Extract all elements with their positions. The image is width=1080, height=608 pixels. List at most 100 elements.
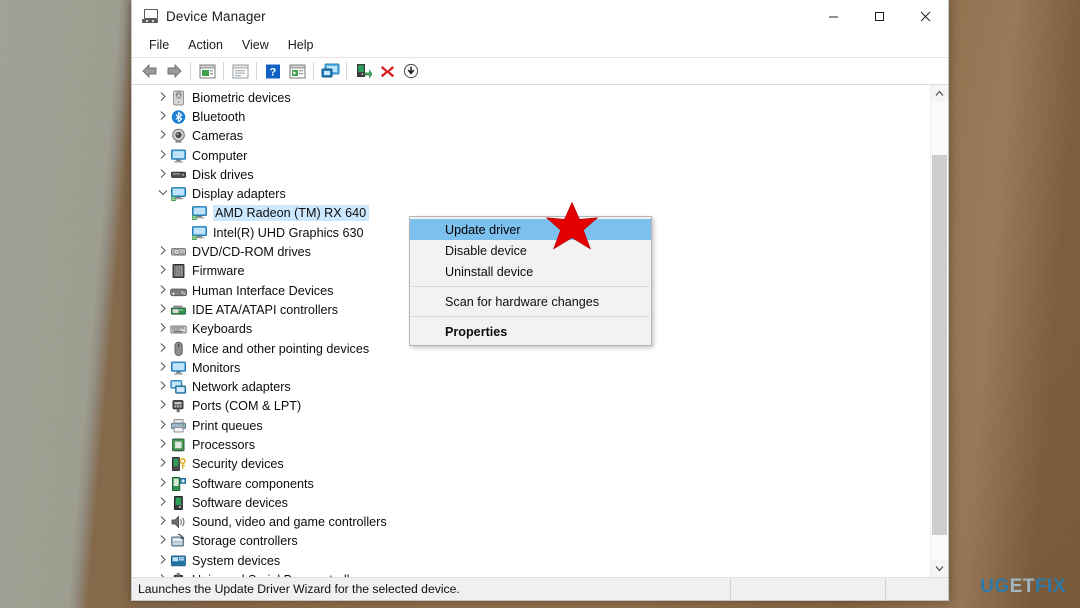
chevron-right-icon[interactable] (156, 130, 170, 142)
tree-item-label: Security devices (192, 457, 284, 472)
tree-item-sound-video-and-game-controllers[interactable]: Sound, video and game controllers (132, 513, 930, 532)
back-icon[interactable] (138, 60, 162, 82)
minimize-button[interactable] (810, 0, 856, 32)
tree-item-label: Human Interface Devices (192, 283, 334, 298)
maximize-button[interactable] (856, 0, 902, 32)
tree-item-label: Firmware (192, 264, 245, 279)
chevron-right-icon[interactable] (156, 381, 170, 393)
tree-item-label: Software components (192, 476, 314, 491)
menu-view[interactable]: View (233, 35, 278, 55)
menu-help[interactable]: Help (279, 35, 323, 55)
status-segment-2 (730, 578, 885, 600)
chevron-right-icon[interactable] (156, 168, 170, 180)
tree-item-label: Cameras (192, 129, 244, 144)
menu-action[interactable]: Action (179, 35, 232, 55)
tree-item-processors[interactable]: Processors (132, 435, 930, 454)
context-menu-item-update-driver[interactable]: Update driver (410, 219, 651, 240)
tree-item-label: Ports (COM & LPT) (192, 399, 302, 414)
chevron-right-icon[interactable] (156, 400, 170, 412)
chevron-right-icon[interactable] (156, 91, 170, 103)
chevron-right-icon[interactable] (156, 303, 170, 315)
tree-item-software-components[interactable]: Software components (132, 474, 930, 493)
context-menu-item-label: Scan for hardware changes (445, 294, 600, 309)
context-menu-separator (412, 286, 649, 287)
tree-item-ports-com-lpt[interactable]: Ports (COM & LPT) (132, 397, 930, 416)
chevron-right-icon[interactable] (156, 265, 170, 277)
monitor-icon (170, 360, 187, 376)
toolbar: ? (132, 58, 948, 85)
chevron-right-icon[interactable] (156, 574, 170, 577)
tree-item-print-queues[interactable]: Print queues (132, 416, 930, 435)
port-icon (170, 398, 187, 414)
context-menu-item-disable-device[interactable]: Disable device (410, 240, 651, 261)
speaker-icon (170, 514, 187, 530)
chevron-right-icon[interactable] (156, 496, 170, 508)
tree-item-monitors[interactable]: Monitors (132, 358, 930, 377)
chevron-right-icon[interactable] (156, 419, 170, 431)
tree-item-disk-drives[interactable]: Disk drives (132, 165, 930, 184)
update-driver-icon[interactable] (228, 60, 252, 82)
chevron-right-icon[interactable] (156, 342, 170, 354)
tree-item-label: DVD/CD-ROM drives (192, 245, 311, 260)
tree-item-computer[interactable]: Computer (132, 146, 930, 165)
tree-item-universal-serial-bus-controllers[interactable]: Universal Serial Bus controllers (132, 570, 930, 577)
display-adapter-icon (191, 205, 208, 221)
chevron-right-icon[interactable] (156, 246, 170, 258)
show-hidden-devices-icon[interactable] (318, 60, 342, 82)
tree-item-system-devices[interactable]: System devices (132, 551, 930, 570)
chevron-right-icon[interactable] (156, 284, 170, 296)
scroll-down-arrow[interactable] (931, 560, 948, 577)
context-menu-item-properties[interactable]: Properties (410, 321, 651, 342)
tree-item-label: Mice and other pointing devices (192, 341, 370, 356)
chevron-right-icon[interactable] (156, 477, 170, 489)
tree-item-display-adapters[interactable]: Display adapters (132, 184, 930, 203)
toolbar-separator (256, 62, 257, 80)
menu-file[interactable]: File (140, 35, 178, 55)
disable-device-icon[interactable] (399, 60, 423, 82)
context-menu-item-label: Update driver (445, 222, 521, 237)
help-icon[interactable]: ? (261, 60, 285, 82)
chevron-right-icon[interactable] (156, 535, 170, 547)
chevron-right-icon[interactable] (156, 458, 170, 470)
chevron-right-icon[interactable] (156, 149, 170, 161)
watermark-part3: FIX (1034, 576, 1066, 597)
enable-device-icon[interactable] (351, 60, 375, 82)
chevron-right-icon[interactable] (156, 361, 170, 373)
close-button[interactable] (902, 0, 948, 32)
hid-icon (170, 283, 187, 299)
disk-drive-icon (170, 167, 187, 183)
chevron-right-icon[interactable] (156, 110, 170, 122)
storage-controller-icon (170, 533, 187, 549)
tree-item-biometric-devices[interactable]: Biometric devices (132, 88, 930, 107)
scroll-up-arrow[interactable] (931, 85, 948, 102)
tree-item-security-devices[interactable]: Security devices (132, 455, 930, 474)
scan-hardware-icon[interactable] (285, 60, 309, 82)
tree-vertical-scrollbar[interactable] (930, 85, 948, 577)
context-menu-item-label: Uninstall device (445, 264, 534, 279)
tree-item-label: Universal Serial Bus controllers (192, 573, 367, 577)
tree-item-label: Sound, video and game controllers (192, 515, 387, 530)
forward-icon[interactable] (162, 60, 186, 82)
tree-item-storage-controllers[interactable]: Storage controllers (132, 532, 930, 551)
tree-item-label: Network adapters (192, 380, 291, 395)
tree-item-bluetooth[interactable]: Bluetooth (132, 107, 930, 126)
display-adapter-icon (170, 186, 187, 202)
chevron-right-icon[interactable] (156, 438, 170, 450)
tree-item-cameras[interactable]: Cameras (132, 127, 930, 146)
uninstall-device-icon[interactable] (375, 60, 399, 82)
status-segment-3 (885, 578, 948, 600)
tree-item-software-devices[interactable]: Software devices (132, 493, 930, 512)
context-menu-item-uninstall-device[interactable]: Uninstall device (410, 261, 651, 282)
tree-item-network-adapters[interactable]: Network adapters (132, 377, 930, 396)
chevron-right-icon[interactable] (156, 516, 170, 528)
tree-item-label: IDE ATA/ATAPI controllers (192, 302, 339, 317)
processor-icon (170, 437, 187, 453)
title-bar[interactable]: Device Manager (132, 0, 948, 32)
context-menu-item-scan-for-hardware-changes[interactable]: Scan for hardware changes (410, 291, 651, 312)
scrollbar-thumb[interactable] (932, 155, 947, 535)
chevron-down-icon[interactable] (156, 189, 170, 199)
chevron-right-icon[interactable] (156, 554, 170, 566)
security-device-icon (170, 456, 187, 472)
properties-icon[interactable] (195, 60, 219, 82)
chevron-right-icon[interactable] (156, 323, 170, 335)
